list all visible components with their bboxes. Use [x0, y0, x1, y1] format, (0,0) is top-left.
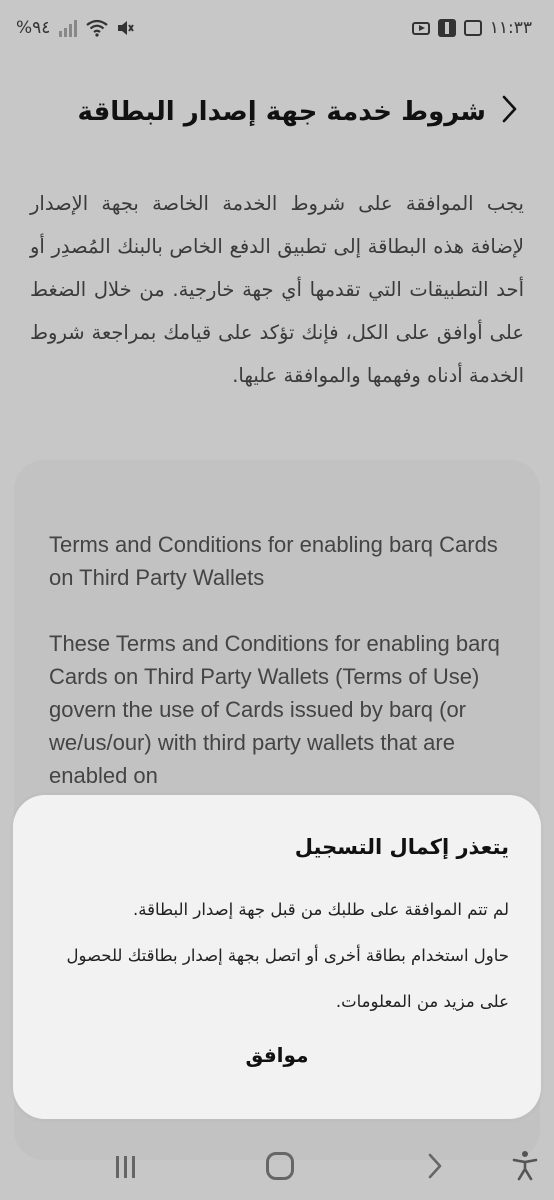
page-header: شروط خدمة جهة إصدار البطاقة [0, 82, 554, 142]
error-dialog: يتعذر إكمال التسجيل لم تتم الموافقة على … [13, 795, 541, 1119]
dialog-title: يتعذر إكمال التسجيل [294, 835, 509, 859]
navigation-bar [0, 1140, 554, 1200]
shopping-bag-icon [463, 20, 482, 36]
back-icon[interactable] [422, 1150, 448, 1182]
wifi-icon [86, 19, 109, 37]
home-icon[interactable] [266, 1152, 294, 1180]
ok-button[interactable]: موافق [13, 1043, 541, 1067]
terms-body: These Terms and Conditions for enabling … [49, 631, 500, 788]
intro-text: يجب الموافقة على شروط الخدمة الخاصة بجهة… [30, 192, 524, 387]
status-right: ١١:٣٣ [411, 18, 532, 38]
terms-heading: Terms and Conditions for enabling barq C… [49, 532, 498, 590]
signal-icon [58, 19, 78, 37]
page-title: شروط خدمة جهة إصدار البطاقة [77, 97, 486, 127]
status-bar: %٩٤ ١١:٣٣ [0, 0, 554, 56]
mute-icon [116, 19, 135, 37]
youtube-icon [411, 21, 430, 35]
chevron-back-icon[interactable] [500, 94, 518, 130]
dialog-message-line1: لم تتم الموافقة على طلبك من قبل جهة إصدا… [133, 900, 509, 919]
accessibility-icon[interactable] [508, 1148, 542, 1182]
dialog-message-line2: حاول استخدام بطاقة أخرى أو اتصل بجهة إصد… [66, 946, 509, 1011]
recents-icon[interactable] [108, 1152, 142, 1182]
battery-text: %٩٤ [16, 18, 51, 38]
status-left: %٩٤ [16, 18, 135, 38]
app-icon [437, 19, 456, 37]
status-time: ١١:٣٣ [489, 18, 532, 38]
